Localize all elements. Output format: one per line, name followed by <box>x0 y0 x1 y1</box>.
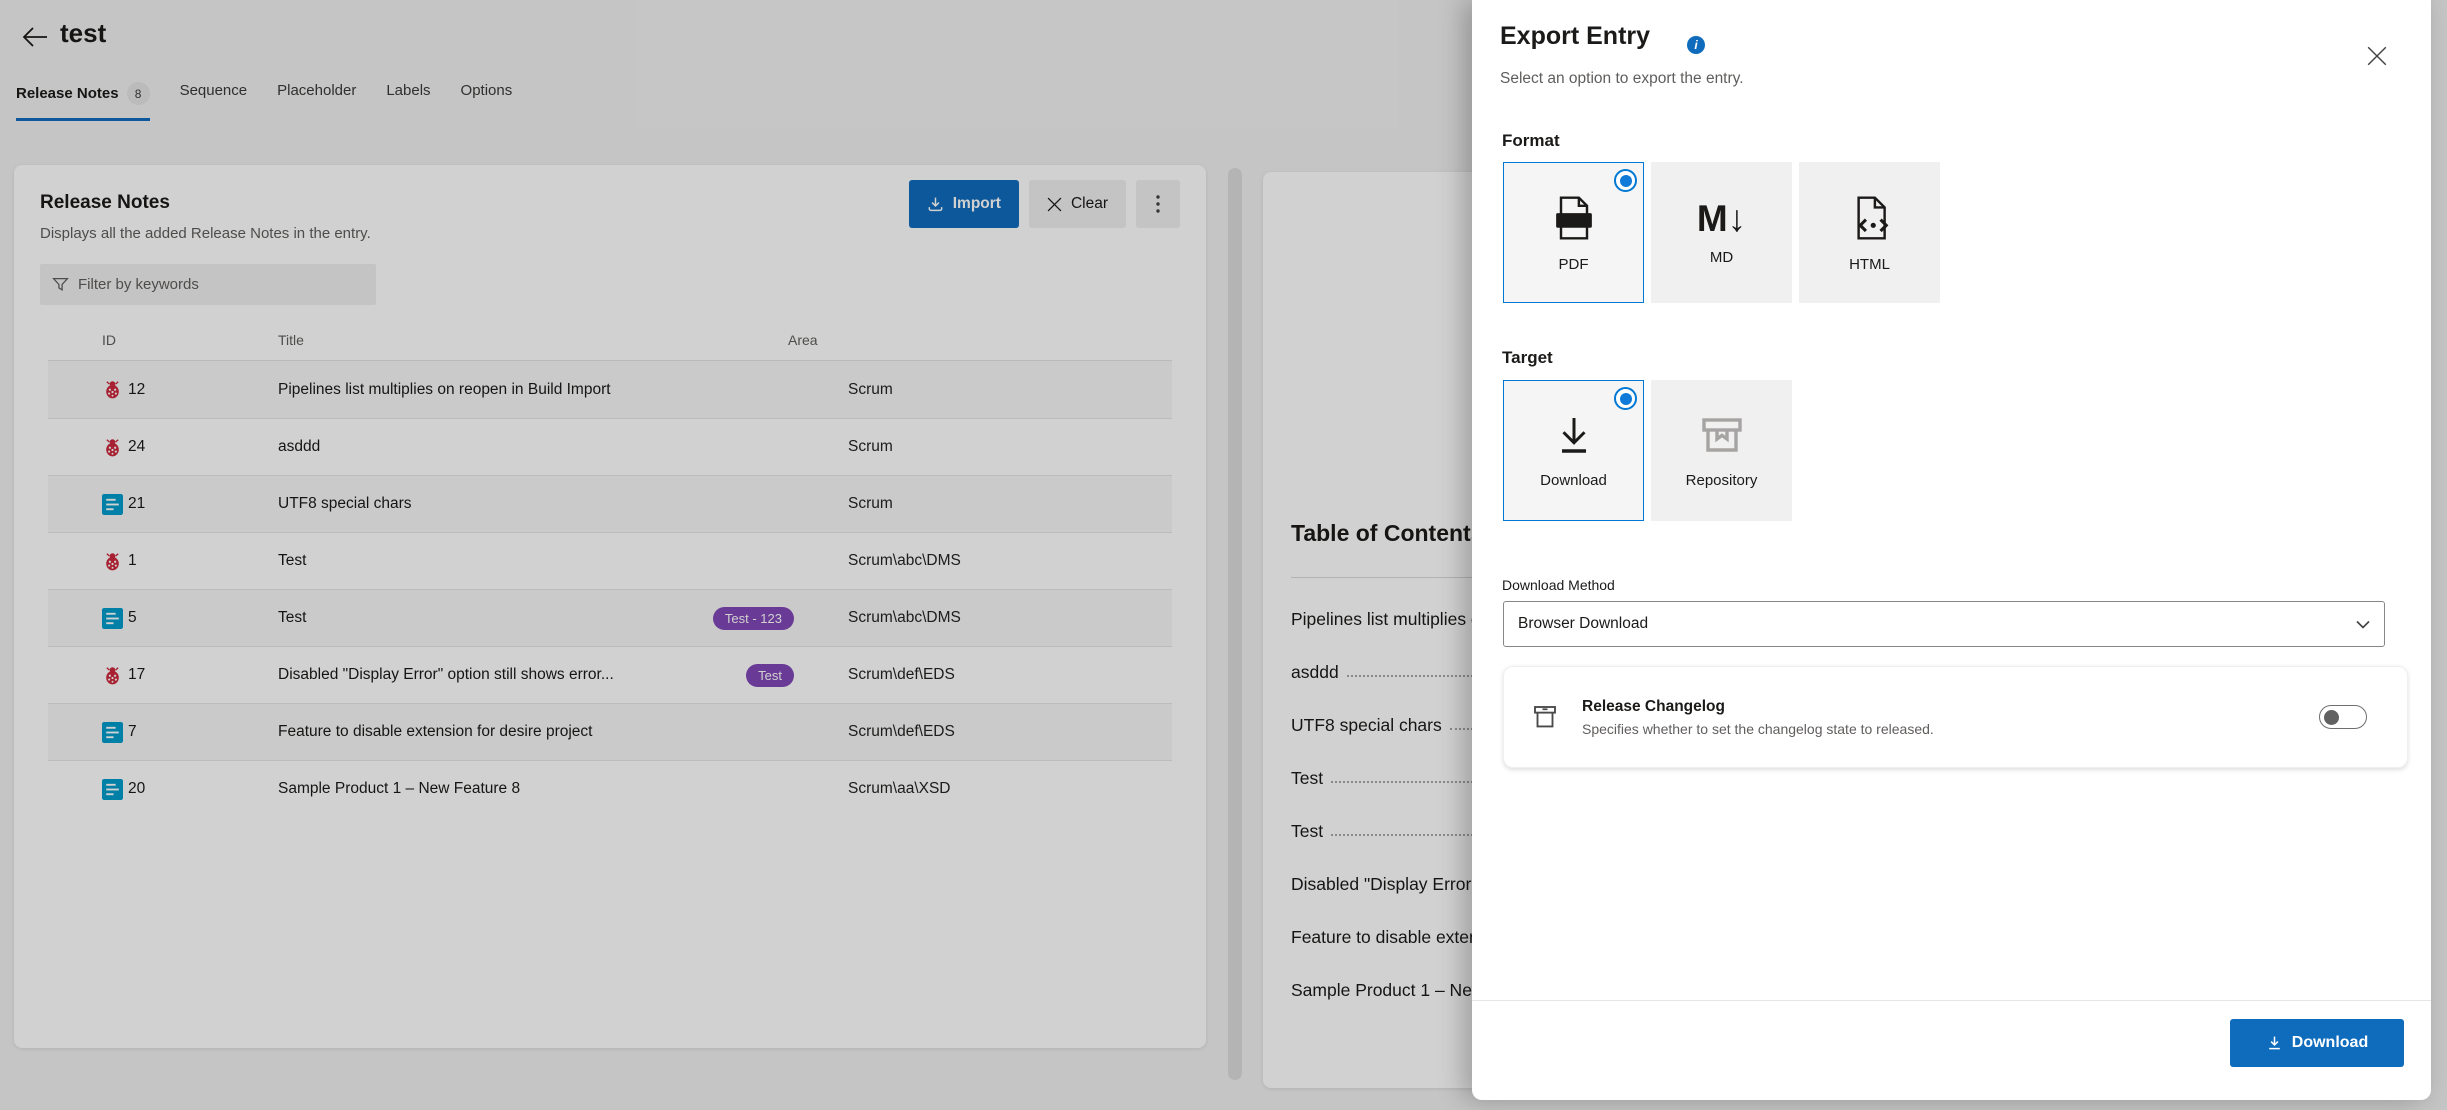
format-option-pdf[interactable]: PDF PDF <box>1503 162 1644 303</box>
svg-text:PDF: PDF <box>1562 216 1584 228</box>
radio-selected-icon <box>1614 387 1637 410</box>
info-icon[interactable]: i <box>1687 36 1705 54</box>
markdown-icon: M↓ <box>1697 200 1746 237</box>
release-changelog-card: Release Changelog Specifies whether to s… <box>1503 666 2408 768</box>
dialog-title: Export Entry <box>1500 22 1650 51</box>
radio-selected-icon <box>1614 169 1637 192</box>
dialog-footer-divider <box>1472 1000 2431 1001</box>
target-section-label: Target <box>1502 348 1553 368</box>
target-option-label: Repository <box>1686 472 1758 489</box>
download-method-select[interactable]: Browser Download <box>1503 601 2385 647</box>
download-icon <box>2266 1035 2283 1052</box>
changelog-toggle[interactable] <box>2319 705 2367 729</box>
target-options: Download Repository <box>1503 380 1792 521</box>
format-options: PDF PDF M↓ MD HTML <box>1503 162 1940 303</box>
format-option-label: PDF <box>1559 256 1589 273</box>
format-option-label: HTML <box>1849 256 1890 273</box>
target-option-download[interactable]: Download <box>1503 380 1644 521</box>
changelog-archive-icon <box>1530 702 1560 732</box>
format-section-label: Format <box>1502 131 1560 151</box>
target-option-repository[interactable]: Repository <box>1651 380 1792 521</box>
format-option-md[interactable]: M↓ MD <box>1651 162 1792 303</box>
export-entry-dialog: Export Entry i Select an option to expor… <box>1472 0 2431 1100</box>
repository-box-icon <box>1698 412 1746 460</box>
chevron-down-icon <box>2356 620 2370 629</box>
html-file-icon <box>1844 192 1896 244</box>
format-option-label: MD <box>1710 249 1733 266</box>
changelog-title: Release Changelog <box>1582 698 2319 716</box>
toggle-knob <box>2324 710 2339 725</box>
pdf-file-icon: PDF <box>1548 192 1600 244</box>
download-button-label: Download <box>2292 1034 2368 1052</box>
download-method-value: Browser Download <box>1518 615 2356 633</box>
dialog-close-button[interactable] <box>2366 40 2398 72</box>
dialog-subtitle: Select an option to export the entry. <box>1500 70 1744 88</box>
download-button[interactable]: Download <box>2230 1019 2404 1067</box>
download-arrow-icon <box>1550 412 1598 460</box>
format-option-html[interactable]: HTML <box>1799 162 1940 303</box>
download-method-label: Download Method <box>1502 577 1615 593</box>
target-option-label: Download <box>1540 472 1607 489</box>
close-icon <box>2366 45 2388 67</box>
changelog-description: Specifies whether to set the changelog s… <box>1582 721 2319 737</box>
